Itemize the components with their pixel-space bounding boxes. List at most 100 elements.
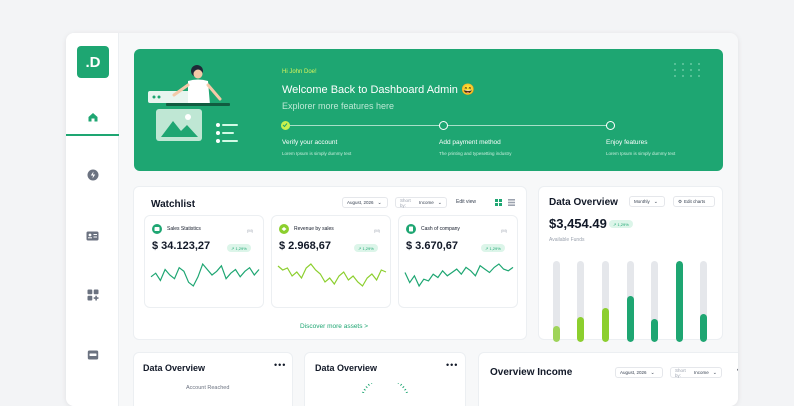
bar-sat[interactable] (676, 261, 683, 342)
sparkline-line (150, 262, 260, 287)
donut-chart-preview (362, 383, 408, 393)
income-sort-value: Income (694, 370, 709, 375)
asset-unit: (M) (374, 228, 380, 233)
dots-pattern (674, 63, 702, 77)
income-sort-select[interactable]: Short by: Income ⌄ (670, 367, 722, 378)
card-title: Data Overview (315, 363, 378, 373)
step-desc: Lorem Ipsum is simply dummy text (606, 151, 676, 156)
bar-track (553, 261, 560, 342)
more-options-icon[interactable]: ••• (446, 360, 458, 370)
bar-track (651, 261, 658, 342)
wallet-icon (406, 224, 416, 234)
sidebar-item-apps[interactable] (66, 277, 119, 313)
period-select[interactable]: Monthly ⌄ (629, 196, 665, 207)
watchlist-asset-card[interactable]: Revenue by sales (M) $ 2.968,67 ↗ 1,29% (271, 215, 391, 308)
bar-track (676, 261, 683, 342)
watchlist-title: Watchlist (151, 199, 196, 210)
card-title: Overview Income (490, 367, 573, 378)
apps-icon (87, 289, 98, 301)
step-desc: The printing and typesetting industry (439, 151, 512, 156)
bar-mon[interactable] (553, 326, 560, 342)
asset-value: $ 3.670,67 (406, 240, 458, 252)
income-date-value: August, 2026 (620, 370, 647, 375)
change-badge: ↗ 1,29% (354, 244, 378, 252)
bar-wed[interactable] (602, 308, 609, 342)
archive-icon (87, 350, 98, 360)
watchlist-asset-card[interactable]: Cash of company (M) $ 3.670,67 ↗ 1,29% (398, 215, 518, 308)
list-view-icon[interactable] (508, 199, 515, 206)
sparkline-line (277, 263, 387, 287)
overview-income-card: Overview Income August, 2026 ⌄ Short by: I… (478, 352, 738, 406)
logo-text: .D (85, 53, 101, 71)
watchlist-card: Watchlist August, 2026 ⌄ Short by: Income ⌄… (133, 186, 527, 340)
sidebar-item-id-card[interactable] (66, 218, 119, 254)
bar-tue[interactable] (577, 317, 584, 342)
sidebar-item-lightning[interactable] (66, 157, 119, 193)
bar-thu[interactable] (627, 296, 634, 342)
edit-charts-label: Edit charts (684, 199, 706, 204)
logo[interactable]: .D (77, 46, 109, 78)
chevron-down-icon: ⌄ (650, 369, 655, 376)
sidebar-item-home[interactable] (66, 100, 119, 136)
id-card-icon (86, 231, 99, 241)
sparkline-chart (404, 263, 514, 288)
bar-fri[interactable] (651, 319, 658, 342)
sparkline-line (404, 263, 514, 288)
welcome-illustration (148, 65, 238, 143)
check-icon (282, 123, 288, 128)
asset-value: $ 34.123,27 (152, 240, 211, 252)
grid-view-icon[interactable] (495, 199, 502, 206)
chevron-down-icon: ⌄ (712, 369, 717, 376)
bar-sun[interactable] (700, 314, 707, 342)
more-options-icon[interactable]: ••• (737, 365, 738, 375)
bar-track (627, 261, 634, 342)
sort-label: Short by: (400, 197, 411, 208)
step-payment-marker (439, 121, 448, 130)
step-title: Add payment method (439, 139, 501, 146)
step-verify-marker (281, 121, 290, 130)
income-sort-label: Short by: (675, 367, 686, 378)
asset-value: $ 2.968,67 (279, 240, 331, 252)
change-badge: ↗ 1,29% (227, 244, 251, 252)
date-select[interactable]: August, 2026 ⌄ (342, 197, 388, 208)
sidebar: .D (66, 33, 119, 406)
income-date-select[interactable]: August, 2026 ⌄ (615, 367, 663, 378)
date-select-value: August, 2026 (347, 200, 374, 205)
watchlist-asset-card[interactable]: Sales Statistics (M) $ 34.123,27 ↗ 1,29% (144, 215, 264, 308)
bar-track (577, 261, 584, 342)
step-title: Enjoy features (606, 139, 648, 146)
dashboard-frame: .D Hi John Doe! Welcome Back to Dashboar… (66, 33, 738, 406)
welcome-banner: Hi John Doe! Welcome Back to Dashboard A… (134, 49, 723, 171)
diamond-icon (279, 224, 289, 234)
discover-more-link[interactable]: Discover more assets > (300, 323, 368, 330)
step-desc: Lorem Ipsum is simply dummy text (282, 151, 352, 156)
step-title: Verify your account (282, 139, 338, 146)
change-badge: ↗ 1,29% (481, 244, 505, 252)
edit-charts-button[interactable]: ⚙ Edit charts (673, 196, 715, 207)
home-icon (88, 113, 97, 122)
asset-unit: (M) (247, 228, 253, 233)
sparkline-chart (277, 263, 387, 287)
lightning-icon (87, 169, 98, 181)
available-amount: $3,454.49 (549, 216, 607, 231)
bar-track (602, 261, 609, 342)
sidebar-item-archive[interactable] (66, 337, 119, 373)
more-options-icon[interactable]: ••• (274, 360, 286, 370)
chevron-down-icon: ⌄ (437, 199, 442, 206)
data-overview-card-3: Data Overview ••• (304, 352, 466, 406)
banner-subtitle: Explorer more features here (282, 101, 395, 111)
sort-value: Income (419, 200, 434, 205)
chevron-down-icon: ⌄ (377, 199, 382, 206)
card-title: Data Overview (143, 363, 206, 373)
chevron-down-icon: ⌄ (653, 198, 658, 205)
account-reached-label: Account Reached (186, 385, 230, 391)
greeting: Hi John Doe! (282, 69, 317, 75)
data-overview-card: Data Overview Monthly ⌄ ⚙ Edit charts $3,4… (538, 186, 723, 364)
steps-progress-line (289, 125, 611, 126)
asset-unit: (M) (501, 228, 507, 233)
period-value: Monthly (634, 199, 650, 204)
sort-select[interactable]: Short by: Income ⌄ (395, 197, 447, 208)
data-overview-title: Data Overview (549, 197, 618, 208)
edit-view-button[interactable]: Edit view (456, 199, 476, 205)
banner-title: Welcome Back to Dashboard Admin 😄 (282, 84, 475, 96)
